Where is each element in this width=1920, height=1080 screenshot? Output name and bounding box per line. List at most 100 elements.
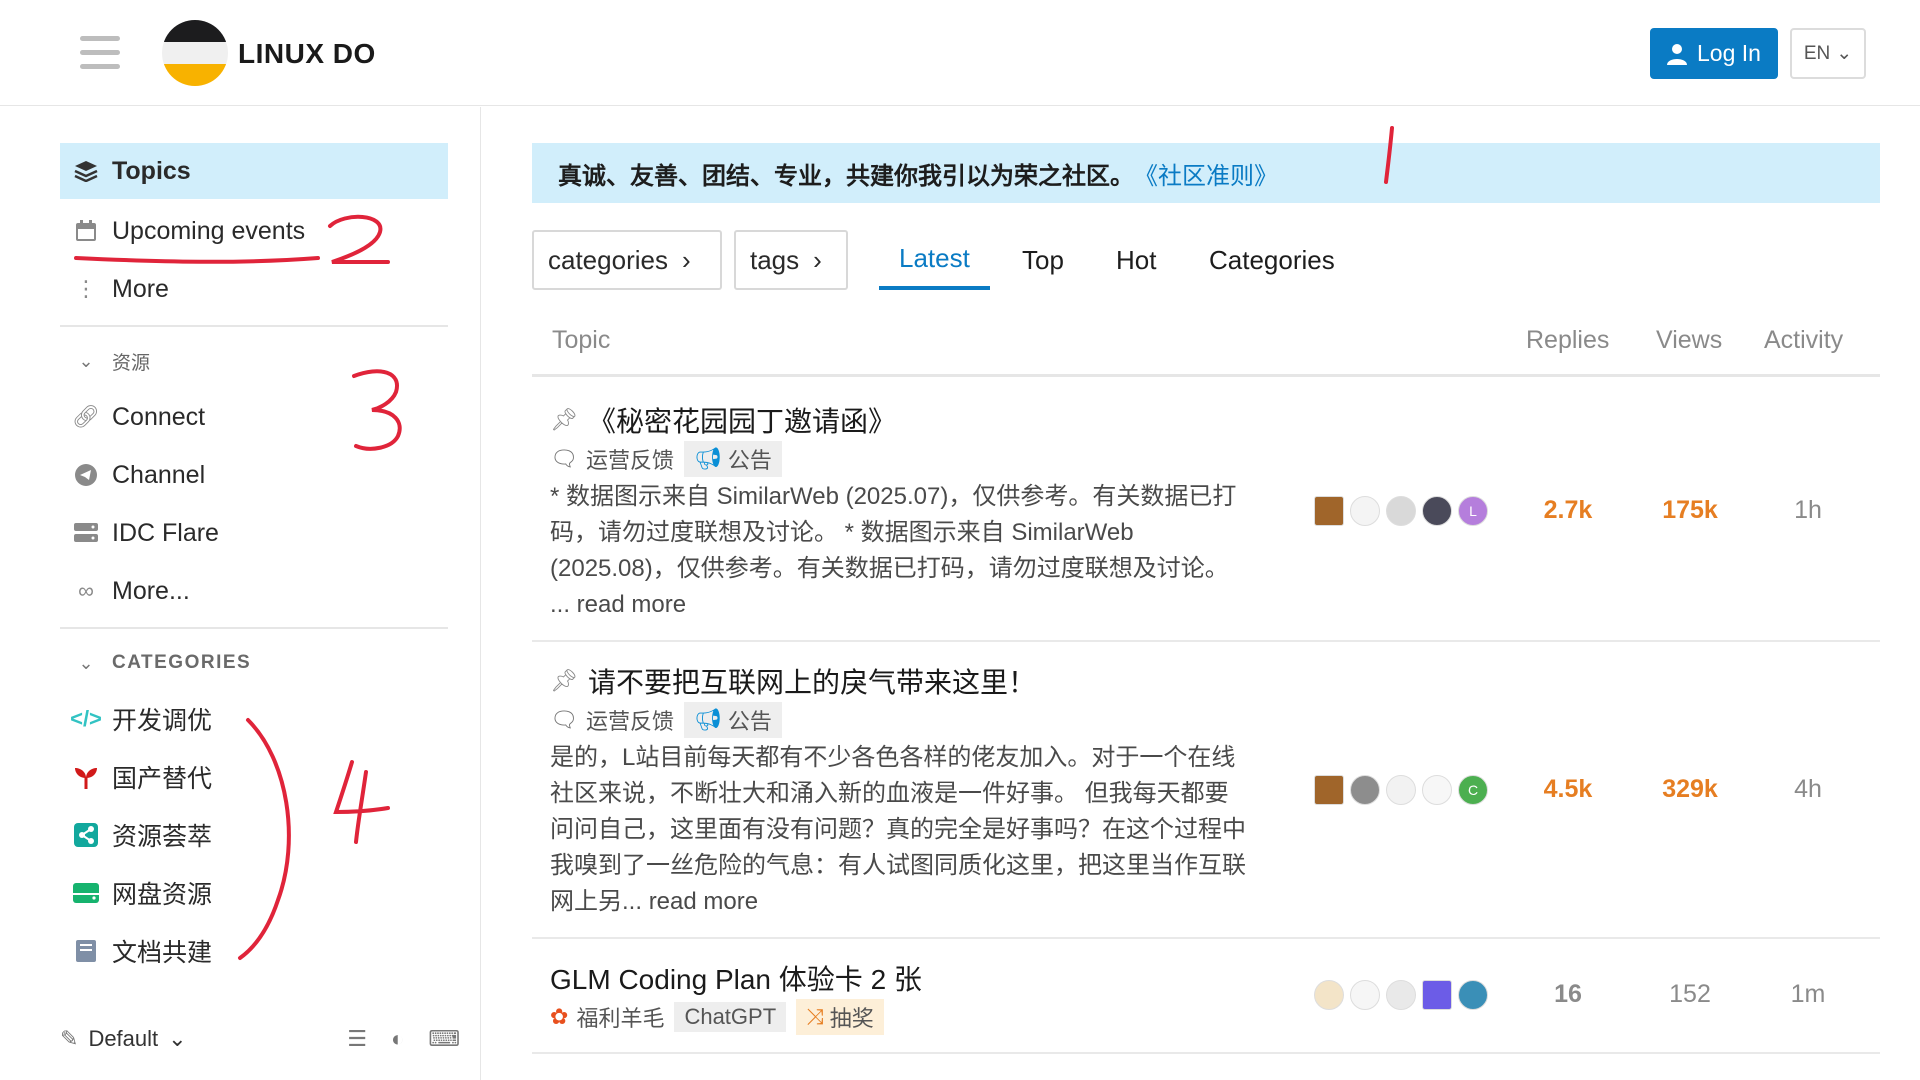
- column-header-views[interactable]: Views: [1656, 326, 1722, 355]
- site-brand[interactable]: LINUX DO: [238, 38, 376, 70]
- activity-time[interactable]: 1h: [1748, 496, 1868, 525]
- section-toggle-categories[interactable]: ⌄ CATEGORIES: [60, 643, 448, 683]
- sidebar-footer: ✎ Default ⌄ ☰ ◐ ⌨: [60, 1017, 460, 1061]
- banner-guidelines-link[interactable]: 《社区准则》: [1134, 156, 1278, 191]
- site-logo[interactable]: [162, 20, 228, 86]
- table-header-divider: [532, 374, 1880, 377]
- read-more-link[interactable]: ... read more: [550, 587, 1290, 623]
- community-banner: 真诚、友善、团结、专业，共建你我引以为荣之社区。 《社区准则》: [532, 143, 1880, 203]
- sidebar-item-label: IDC Flare: [112, 518, 219, 547]
- avatar[interactable]: C: [1458, 775, 1488, 805]
- topic-title-link[interactable]: GLM Coding Plan 体验卡 2 张: [550, 958, 922, 998]
- column-header-activity[interactable]: Activity: [1764, 326, 1843, 355]
- contrast-icon[interactable]: ◐: [391, 1026, 404, 1052]
- category-badge[interactable]: ✿ 福利羊毛: [550, 1001, 664, 1033]
- avatar[interactable]: [1386, 980, 1416, 1010]
- shuffle-icon: ⤨: [806, 1004, 824, 1029]
- category-badge[interactable]: 🗨︎ 运营反馈: [550, 704, 674, 736]
- sidebar-item-label: More: [112, 274, 169, 303]
- gift-icon: ✿: [550, 1004, 569, 1029]
- avatar[interactable]: [1314, 496, 1344, 526]
- sidebar-item-category-docs[interactable]: 文档共建: [60, 923, 448, 979]
- views-count: 329k: [1662, 775, 1718, 803]
- theme-selector[interactable]: ✎ Default ⌄: [60, 1026, 187, 1052]
- poster-avatars: C: [1314, 775, 1488, 805]
- tag-badge[interactable]: ⤨ 抽奖: [796, 999, 884, 1035]
- tab-top[interactable]: Top: [1022, 230, 1064, 290]
- sidebar-item-label: More...: [112, 576, 190, 605]
- section-toggle-resources[interactable]: ⌄ 资源: [60, 341, 448, 381]
- avatar[interactable]: [1314, 980, 1344, 1010]
- keyboard-icon[interactable]: ⌨: [428, 1026, 460, 1052]
- sidebar-item-category-resources[interactable]: 资源荟萃: [60, 807, 448, 863]
- sidebar-item-upcoming-events[interactable]: Upcoming events: [60, 203, 448, 259]
- activity-time[interactable]: 1m: [1748, 980, 1868, 1009]
- sidebar-item-category-dev[interactable]: </> 开发调优: [60, 691, 448, 747]
- theme-label: Default: [88, 1026, 159, 1051]
- avatar[interactable]: [1386, 775, 1416, 805]
- megaphone-icon: 📢︎: [693, 446, 722, 471]
- topic-title-link[interactable]: 📌︎ 请不要把互联网上的戾气带来这里！: [550, 661, 1036, 701]
- activity-time[interactable]: 4h: [1748, 775, 1868, 804]
- hamburger-menu-icon[interactable]: [80, 36, 120, 70]
- user-icon: [1667, 43, 1688, 65]
- column-header-replies[interactable]: Replies: [1526, 326, 1609, 355]
- sidebar-item-channel[interactable]: Channel: [60, 447, 448, 503]
- read-more-link[interactable]: read more: [649, 888, 758, 915]
- section-title-resources: 资源: [112, 352, 151, 374]
- replies-count[interactable]: 2.7k: [1508, 496, 1628, 525]
- avatar[interactable]: [1350, 496, 1380, 526]
- tag-badge[interactable]: ChatGPT: [674, 1002, 787, 1032]
- chevron-right-icon: ›: [681, 244, 691, 275]
- language-select[interactable]: EN ⌄: [1790, 28, 1866, 79]
- sliders-icon[interactable]: ☰: [347, 1026, 367, 1052]
- tag-label: 抽奖: [829, 1006, 874, 1031]
- avatar[interactable]: [1350, 980, 1380, 1010]
- avatar[interactable]: L: [1458, 496, 1488, 526]
- pin-icon: 📌︎: [550, 668, 578, 693]
- avatar[interactable]: [1422, 496, 1452, 526]
- tags-filter-dropdown[interactable]: tags ›: [734, 230, 848, 290]
- tab-latest[interactable]: Latest: [879, 230, 990, 290]
- sidebar-item-idc-flare[interactable]: IDC Flare: [60, 505, 448, 561]
- avatar[interactable]: [1422, 980, 1452, 1010]
- chevron-down-icon: ⌄: [1836, 43, 1853, 64]
- sidebar-item-label: 国产替代: [112, 765, 213, 793]
- sidebar-item-connect[interactable]: 🔗︎ Connect: [60, 389, 448, 445]
- categories-filter-dropdown[interactable]: categories ›: [532, 230, 722, 290]
- filter-label: categories: [548, 244, 668, 275]
- sidebar-item-category-drive[interactable]: 网盘资源: [60, 865, 448, 921]
- tab-hot[interactable]: Hot: [1116, 230, 1156, 290]
- tab-categories[interactable]: Categories: [1209, 230, 1335, 290]
- avatar[interactable]: [1314, 775, 1344, 805]
- poster-avatars: L: [1314, 496, 1488, 526]
- topic-title-text: GLM Coding Plan 体验卡 2 张: [550, 964, 922, 995]
- tag-badge[interactable]: 📢︎ 公告: [683, 441, 782, 477]
- sidebar-item-more[interactable]: ⋮ More: [60, 261, 448, 317]
- replies-count[interactable]: 4.5k: [1508, 775, 1628, 804]
- avatar[interactable]: [1350, 775, 1380, 805]
- tag-label: ChatGPT: [684, 1004, 777, 1029]
- excerpt-line: 网上另...: [550, 888, 643, 915]
- replies-count[interactable]: 16: [1508, 980, 1628, 1009]
- sidebar-item-more-resources[interactable]: ∞ More...: [60, 563, 448, 619]
- chevron-down-icon: ⌄: [78, 652, 94, 673]
- book-icon: [60, 939, 112, 963]
- avatar[interactable]: [1386, 496, 1416, 526]
- topic-excerpt: 是的，L站目前每天都有不少各色各样的佬友加入。对于一个在线 社区来说，不断壮大和…: [550, 740, 1290, 920]
- login-button[interactable]: Log In: [1650, 28, 1778, 79]
- column-header-topic[interactable]: Topic: [552, 326, 610, 355]
- avatar[interactable]: [1422, 775, 1452, 805]
- topic-title-text: 《秘密花园园丁邀请函》: [587, 406, 896, 437]
- sidebar-item-label: 文档共建: [112, 939, 213, 967]
- tag-badge[interactable]: 📢︎ 公告: [683, 702, 782, 738]
- sidebar-item-topics[interactable]: Topics: [60, 143, 448, 199]
- topic-meta: ✿ 福利羊毛 ChatGPT ⤨ 抽奖: [550, 999, 884, 1035]
- topic-title-link[interactable]: 📌︎ 《秘密花园园丁邀请函》: [550, 400, 896, 440]
- avatar[interactable]: [1458, 980, 1488, 1010]
- category-badge[interactable]: 🗨︎ 运营反馈: [550, 443, 674, 475]
- sidebar-item-label: Upcoming events: [112, 216, 306, 245]
- sidebar-item-category-domestic[interactable]: 国产替代: [60, 749, 448, 805]
- code-icon: </>: [70, 706, 102, 731]
- excerpt-line: 码，请勿过度联想及讨论。 * 数据图示来自 SimilarWeb: [550, 519, 1134, 546]
